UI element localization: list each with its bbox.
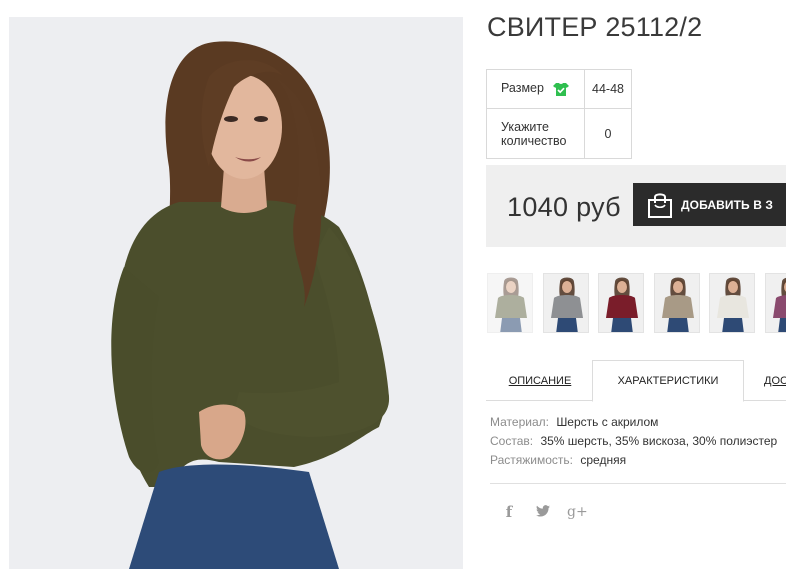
thumbnail-burgundy[interactable] <box>598 273 644 333</box>
size-check-icon[interactable] <box>553 82 570 97</box>
thumbnail-olive[interactable] <box>487 273 533 333</box>
property-row: Растяжимость: средняя <box>490 451 777 470</box>
property-value: средняя <box>580 453 627 467</box>
divider <box>490 483 786 484</box>
facebook-icon[interactable]: f <box>499 503 519 521</box>
product-title: СВИТЕР 25112/2 <box>487 12 703 42</box>
characteristics-list: Материал: Шерсть с акрилом Состав: 35% ш… <box>490 413 777 470</box>
thumbnail-purple[interactable] <box>765 273 786 333</box>
thumbnail-white[interactable] <box>709 273 755 333</box>
add-to-cart-label: ДОБАВИТЬ В З <box>681 197 774 212</box>
shopping-bag-icon <box>648 192 672 218</box>
thumbnail-grey[interactable] <box>543 273 589 333</box>
options-table: Размер 44-48 Укажите количество 0 <box>486 69 632 159</box>
property-row: Состав: 35% шерсть, 35% вискоза, 30% пол… <box>490 432 777 451</box>
quantity-label-cell: Укажите количество <box>486 108 585 159</box>
product-tabs: ОПИСАНИЕ ХАРАКТЕРИСТИКИ ДОС <box>486 360 786 402</box>
property-key: Материал: <box>490 415 549 429</box>
size-value[interactable]: 44-48 <box>584 69 632 109</box>
twitter-icon[interactable] <box>533 504 553 521</box>
social-share: f g+ <box>499 503 588 521</box>
add-to-cart-button[interactable]: ДОБАВИТЬ В З <box>633 183 786 226</box>
quantity-label-line2: количество <box>501 133 567 148</box>
quantity-label-line1: Укажите <box>501 119 549 134</box>
tab-description[interactable]: ОПИСАНИЕ <box>486 360 594 401</box>
size-label: Размер <box>501 81 544 96</box>
tab-description-label: ОПИСАНИЕ <box>508 374 572 387</box>
tab-delivery-label: ДОС <box>764 374 786 387</box>
thumbnail-strip <box>487 273 786 335</box>
property-key: Растяжимость: <box>490 453 574 467</box>
property-value: Шерсть с акрилом <box>556 415 659 429</box>
google-plus-icon[interactable]: g+ <box>567 504 588 520</box>
quantity-input[interactable]: 0 <box>584 108 632 159</box>
tab-characteristics[interactable]: ХАРАКТЕРИСТИКИ <box>592 360 744 402</box>
price: 1040 руб <box>507 192 621 222</box>
product-main-image[interactable] <box>9 17 463 569</box>
thumbnail-beige[interactable] <box>654 273 700 333</box>
property-key: Состав: <box>490 434 534 448</box>
property-row: Материал: Шерсть с акрилом <box>490 413 777 432</box>
purchase-panel: 1040 руб ДОБАВИТЬ В З <box>486 165 786 247</box>
tab-delivery[interactable]: ДОС <box>764 360 786 401</box>
property-value: 35% шерсть, 35% вискоза, 30% полиэстер <box>540 434 778 448</box>
size-label-cell: Размер <box>486 69 585 109</box>
tab-characteristics-label: ХАРАКТЕРИСТИКИ <box>617 375 719 387</box>
